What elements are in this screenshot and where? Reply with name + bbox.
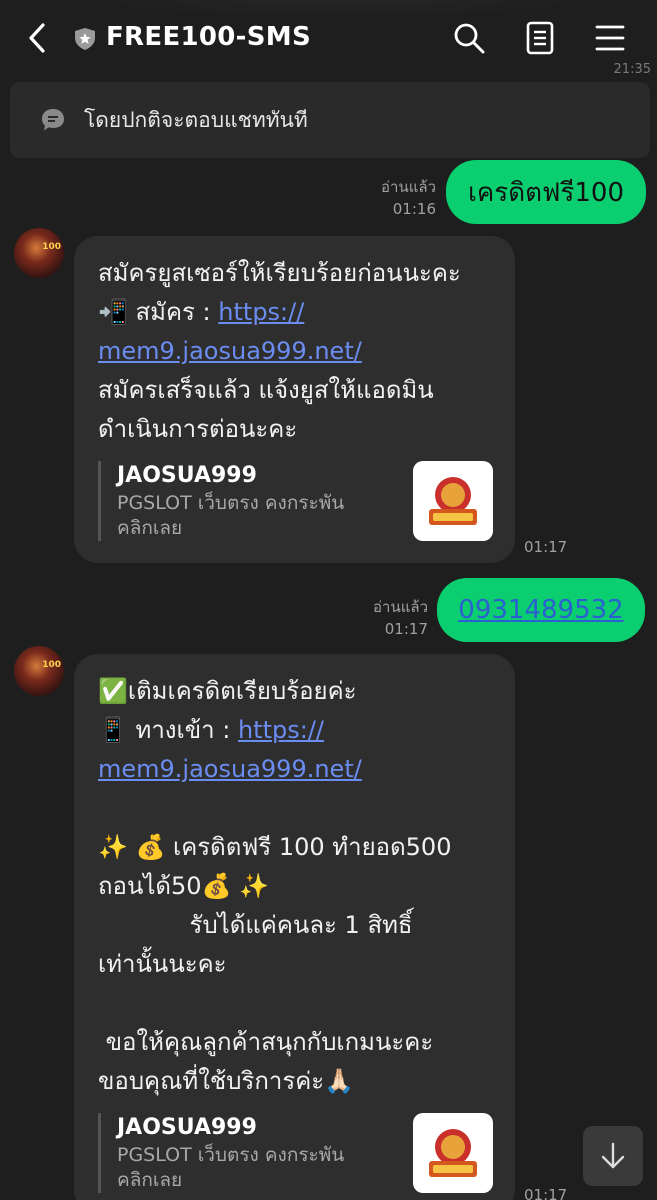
entry-link[interactable]: https://	[238, 716, 324, 744]
sent-message-bubble[interactable]: เครดิตฟรี100	[446, 160, 646, 224]
link-preview-card[interactable]: JAOSUA999 PGSLOT เว็บตรง คงกระพัน คลิกเล…	[98, 1113, 493, 1193]
link-preview-cta: คลิกเลย	[117, 517, 183, 539]
header: FREE100-SMS 21:35	[0, 0, 657, 77]
notes-button[interactable]	[522, 20, 558, 56]
menu-button[interactable]	[592, 20, 628, 56]
link-preview-thumbnail	[413, 461, 493, 541]
message-line: ✅เติมเครดิตเรียบร้อยค่ะ	[98, 677, 357, 705]
signup-link[interactable]: https://	[218, 298, 304, 326]
message-line: ✨ 💰 เครดิตฟรี 100 ทำยอด500	[98, 833, 452, 861]
message-line: ขอให้คุณลูกค้าสนุกกับเกมนะคะ	[98, 1028, 434, 1056]
avatar-badge: 100	[42, 242, 61, 252]
message-line: 📱 ทางเข้า : https://	[98, 711, 493, 750]
chat-screen: FREE100-SMS 21:35 โดยปกติจะตอบแชททันที อ…	[0, 0, 657, 1200]
search-icon	[454, 23, 485, 54]
link-preview-text: JAOSUA999 PGSLOT เว็บตรง คงกระพัน คลิกเล…	[117, 1113, 405, 1193]
read-label: อ่านแล้ว	[381, 178, 436, 196]
brand-logo-icon	[429, 1129, 477, 1177]
message-line: ขอบคุณที่ใช้บริการค่ะ🙏🏻	[98, 1067, 355, 1095]
sent-message-bubble[interactable]: 0931489532	[437, 578, 645, 642]
message-time: 01:17	[524, 538, 568, 556]
scroll-down-icon	[601, 1142, 625, 1169]
search-button[interactable]	[451, 20, 487, 56]
message-line: รับได้แค่คนละ 1 สิทธิ์	[98, 911, 413, 939]
brand-logo-icon	[429, 477, 477, 525]
link-preview-description: PGSLOT เว็บตรง คงกระพัน	[117, 1144, 345, 1166]
message-line: สมัครเสร็จแล้ว แจ้งยูสให้แอดมิน	[98, 376, 434, 404]
back-button[interactable]	[22, 20, 52, 56]
link-preview-text: JAOSUA999 PGSLOT เว็บตรง คงกระพัน คลิกเล…	[117, 461, 405, 541]
back-icon	[29, 23, 45, 53]
message-text: เครดิตฟรี100	[467, 177, 624, 208]
avatar-badge: 100	[42, 660, 61, 670]
sent-message-meta: อ่านแล้ว 01:17	[352, 596, 428, 640]
notes-icon	[526, 21, 554, 55]
message-text: 📱 ทางเข้า :	[98, 716, 238, 744]
message-line: ดำเนินการต่อนะคะ	[98, 415, 298, 443]
chat-bubble-icon	[42, 109, 64, 131]
avatar[interactable]: 100	[14, 646, 64, 696]
message-time: 01:17	[524, 1186, 568, 1200]
faded-timestamp: 21:35	[613, 62, 651, 77]
link-preview-title: JAOSUA999	[117, 1115, 257, 1140]
received-message-bubble: สมัครยูสเซอร์ให้เรียบร้อยก่อนนะคะ 📲 สมัค…	[74, 236, 515, 563]
menu-icon	[595, 25, 625, 51]
message-time: 01:17	[384, 620, 428, 638]
scroll-to-bottom-button[interactable]	[583, 1126, 643, 1186]
entry-link-continued[interactable]: mem9.jaosua999.net/	[98, 755, 362, 783]
link-preview-cta: คลิกเลย	[117, 1169, 183, 1191]
read-label: อ่านแล้ว	[373, 598, 428, 616]
notice-text: โดยปกติจะตอบแชททันที	[84, 107, 308, 132]
header-banner	[40, 0, 640, 20]
link-preview-card[interactable]: JAOSUA999 PGSLOT เว็บตรง คงกระพัน คลิกเล…	[98, 461, 493, 541]
shield-icon	[75, 28, 95, 50]
message-line: 📲 สมัคร : https://	[98, 293, 493, 332]
link-preview-thumbnail	[413, 1113, 493, 1193]
message-line: mem9.jaosua999.net/	[98, 332, 493, 371]
message-line: ถอนได้50💰 ✨	[98, 872, 269, 900]
received-message-bubble: ✅เติมเครดิตเรียบร้อยค่ะ 📱 ทางเข้า : http…	[74, 654, 515, 1200]
message-text: 📲 สมัคร :	[98, 298, 219, 326]
auto-reply-notice: โดยปกติจะตอบแชททันที	[10, 82, 650, 158]
message-line: mem9.jaosua999.net/	[98, 750, 493, 789]
chat-title: FREE100-SMS	[106, 22, 311, 52]
phone-number-link[interactable]: 0931489532	[458, 595, 623, 625]
sent-message-meta: อ่านแล้ว 01:16	[362, 176, 436, 220]
link-preview-title: JAOSUA999	[117, 463, 257, 488]
link-preview-description: PGSLOT เว็บตรง คงกระพัน	[117, 492, 345, 514]
message-line: เท่านั้นนะคะ	[98, 950, 227, 978]
signup-link-continued[interactable]: mem9.jaosua999.net/	[98, 337, 362, 365]
message-line: สมัครยูสเซอร์ให้เรียบร้อยก่อนนะคะ	[98, 259, 461, 287]
avatar[interactable]: 100	[14, 228, 64, 278]
message-time: 01:16	[392, 200, 436, 218]
